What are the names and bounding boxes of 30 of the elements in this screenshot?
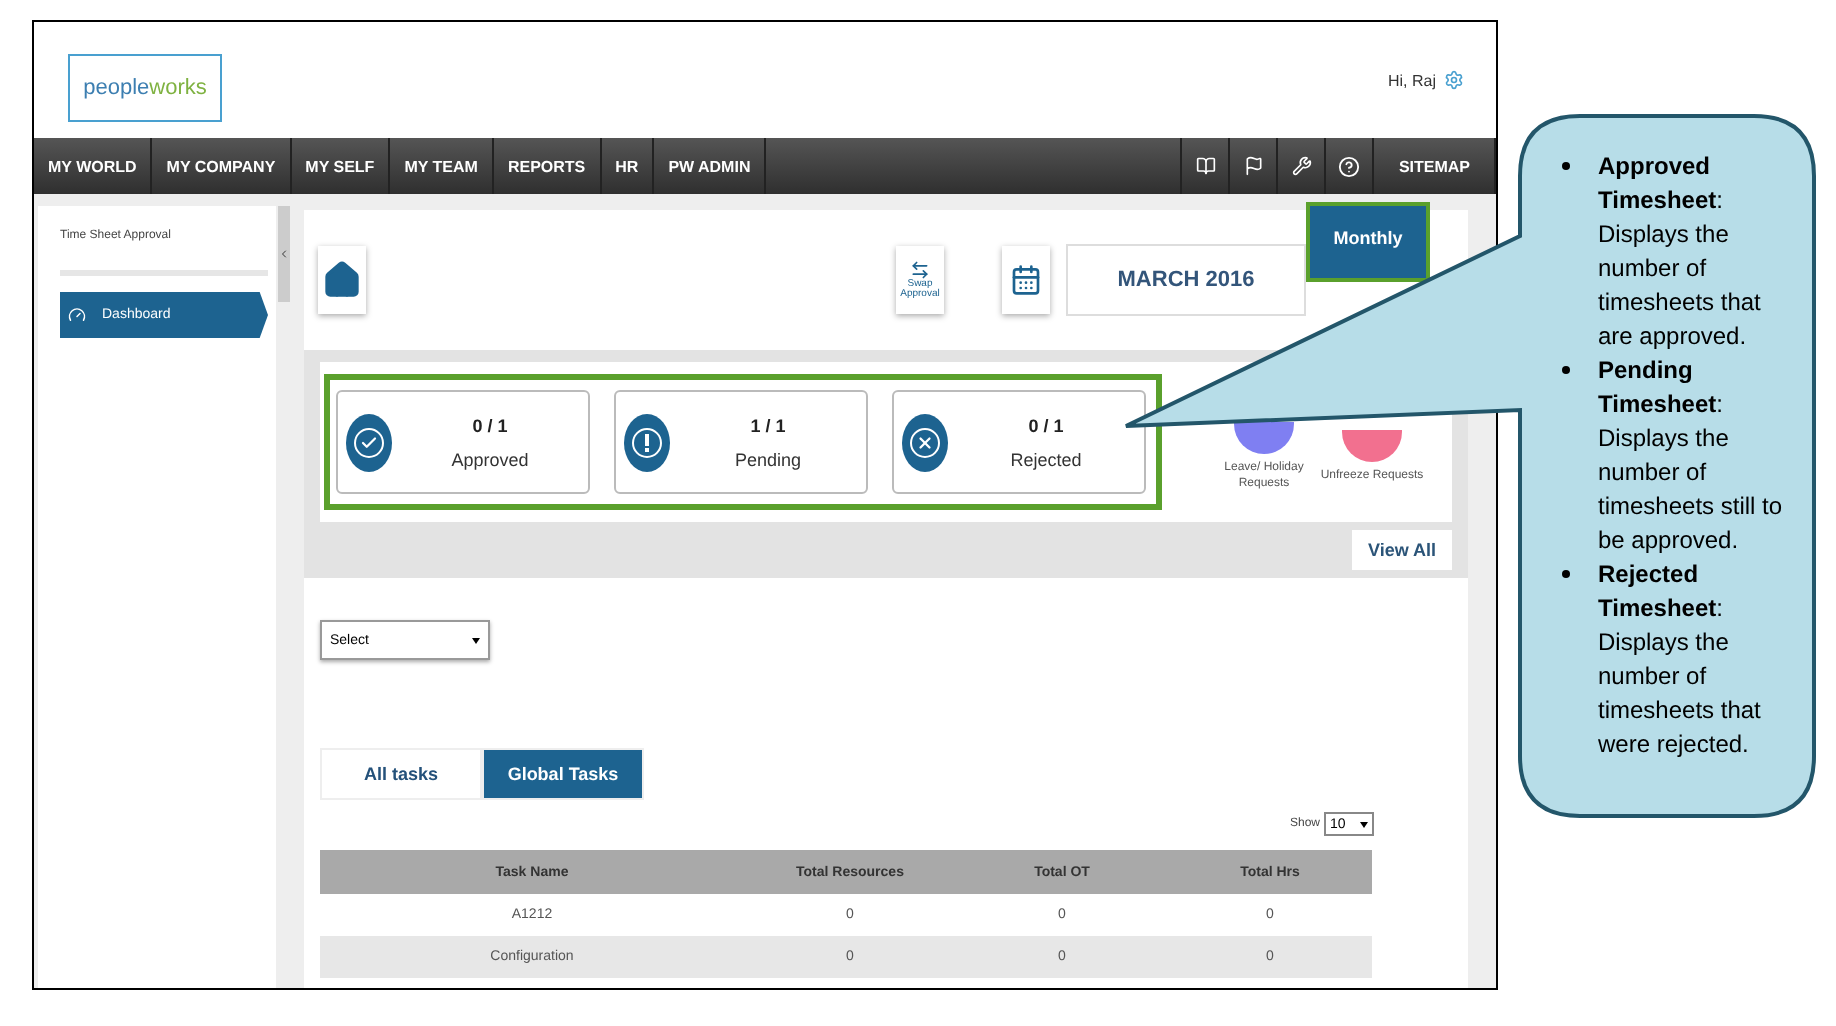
callout-text: Rejected Timesheet: Displays the number of timesheets that were rejected. xyxy=(1598,558,1763,762)
exclamation-circle-icon xyxy=(624,413,670,471)
tab[interactable]: Global Tasks xyxy=(482,748,644,800)
stat-label: Approved xyxy=(451,449,529,469)
monthly-button[interactable]: Monthly xyxy=(1306,202,1430,282)
swap-arrows-icon xyxy=(910,260,930,280)
stat-label: Pending xyxy=(734,449,802,469)
home-button[interactable] xyxy=(318,246,366,314)
calendar-icon xyxy=(1010,264,1042,296)
calendar-button[interactable] xyxy=(1002,246,1050,314)
stat-label: Rejected xyxy=(1010,449,1082,469)
gauge-icon xyxy=(68,306,86,324)
callout-text: Pending Timesheet: Displays the number of timesheets still to be approved. xyxy=(1598,354,1785,558)
bullet-icon xyxy=(1562,570,1570,578)
stat-value: 1 / 1 xyxy=(750,415,786,435)
home-icon xyxy=(322,260,362,300)
stat-value: 0 / 1 xyxy=(472,415,508,435)
stat-value: 0 / 1 xyxy=(1028,415,1064,435)
logo: peopleworks xyxy=(68,54,222,122)
bullet-icon xyxy=(1562,366,1570,374)
month-display: MARCH 2016 xyxy=(1066,244,1306,316)
bullet-icon xyxy=(1562,162,1570,170)
check-circle-icon xyxy=(346,413,392,471)
settings-icon[interactable] xyxy=(1444,70,1464,90)
x-circle-icon xyxy=(902,413,948,471)
greeting: Hi, Raj xyxy=(1387,71,1436,89)
callout-text: Approved Timesheet: Displays the number of timesheets that are approved. xyxy=(1598,150,1763,354)
view-all-button[interactable]: View All xyxy=(1351,530,1452,570)
collapse-handle[interactable] xyxy=(278,206,290,302)
tab[interactable]: All tasks xyxy=(320,748,482,800)
